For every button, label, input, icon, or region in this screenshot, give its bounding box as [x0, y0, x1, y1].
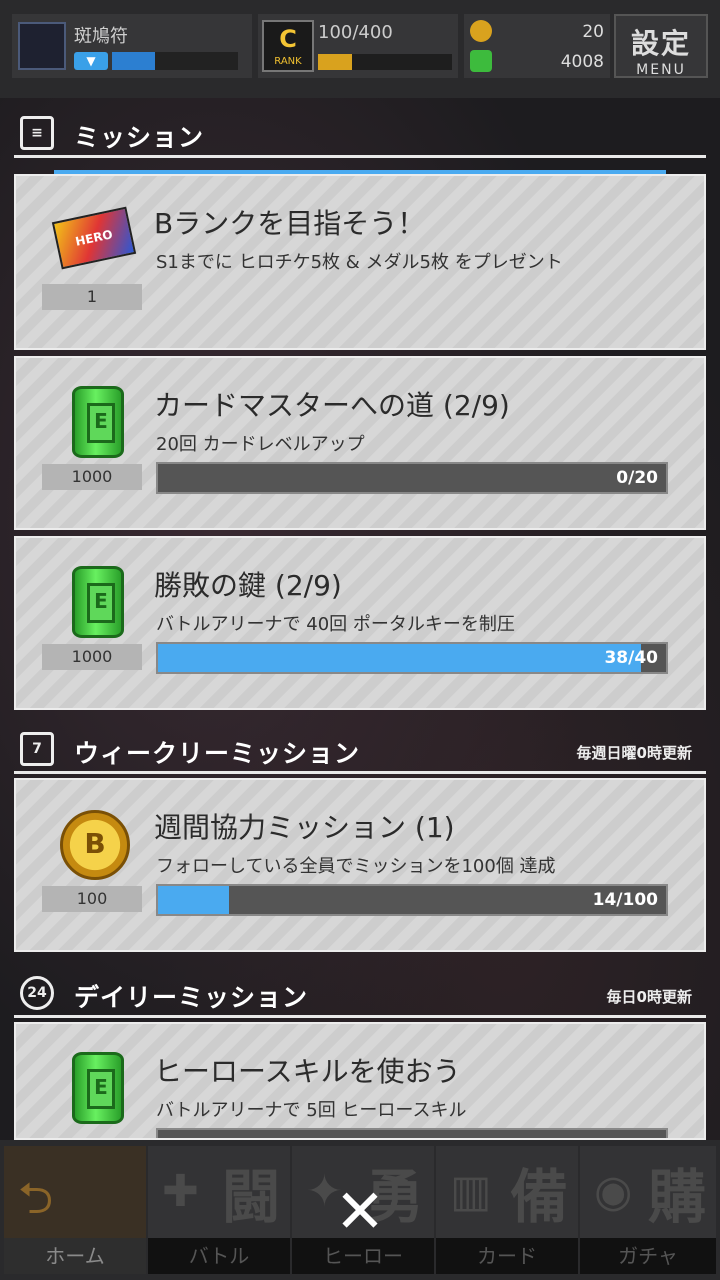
rank-icon: C RANK	[262, 20, 314, 72]
divider	[14, 155, 706, 158]
mission-card[interactable]: B 100 週間協力ミッション (1) フォローしている全員でミッションを100…	[14, 778, 706, 952]
mission-description: 20回 カードレベルアップ	[156, 434, 365, 455]
mission-card[interactable]: 1000 勝敗の鍵 (2/9) バトルアリーナで 40回 ポータルキーを制圧 3…	[14, 536, 706, 710]
player-name: 斑鳩符	[74, 26, 128, 47]
player-panel[interactable]: 斑鳩符 ▼	[12, 14, 252, 78]
section-title: ウィークリーミッション	[74, 739, 361, 768]
hero-ticket-icon: HERO	[51, 196, 137, 280]
settings-menu-button[interactable]: 設定 MENU	[614, 14, 708, 78]
mission-title: カードマスターへの道 (2/9)	[154, 389, 510, 422]
player-avatar	[18, 22, 66, 70]
mission-title: 週間協力ミッション (1)	[154, 811, 455, 844]
nav-home[interactable]: ⮌ ホーム	[4, 1146, 146, 1274]
mission-title: Bランクを目指そう！	[154, 207, 426, 240]
mission-description: フォローしている全員でミッションを100個 達成	[156, 856, 556, 877]
gold-coin-icon	[470, 20, 492, 42]
reward-count: 1000	[42, 464, 142, 490]
section-title: ミッション	[74, 123, 205, 152]
reward-count: 1	[42, 284, 142, 310]
mission-card[interactable]: 1000 カードマスターへの道 (2/9) 20回 カードレベルアップ 0/20	[14, 356, 706, 530]
mission-card[interactable]: HERO 1 Bランクを目指そう！ S1までに ヒロチケ5枚 & メダル5枚 を…	[14, 174, 706, 350]
mission-progress-bar: 0/20	[156, 462, 668, 494]
divider	[14, 1015, 706, 1018]
gacha-icon: ◉	[594, 1166, 633, 1217]
nav-card[interactable]: ▥ 備 カード	[436, 1146, 578, 1274]
mission-description: バトルアリーナで 40回 ポータルキーを制圧	[156, 614, 515, 635]
rank-progress-bar	[318, 54, 452, 70]
mission-progress-bar: 14/100	[156, 884, 668, 916]
refresh-note: 毎週日曜0時更新	[576, 744, 692, 762]
verified-icon: ▼	[74, 52, 108, 70]
green-gem-icon	[470, 50, 492, 72]
mission-progress-bar: 38/40	[156, 642, 668, 674]
mission-description: S1までに ヒロチケ5枚 & メダル5枚 をプレゼント	[156, 252, 563, 273]
gamepad-icon: ✚	[162, 1166, 199, 1217]
daily-section-header: 24 デイリーミッション 毎日0時更新	[14, 976, 706, 1018]
green-barrel-icon	[56, 560, 128, 644]
gold-coin-count: 20	[582, 22, 604, 42]
top-status-bar: 斑鳩符 ▼ C RANK 100/400 20 4008 設定 MENU	[0, 0, 720, 98]
divider	[14, 771, 706, 774]
currency-panel[interactable]: 20 4008	[464, 14, 610, 78]
section-title: デイリーミッション	[74, 983, 309, 1012]
reward-count: 1000	[42, 644, 142, 670]
mission-title: ヒーロースキルを使おう	[154, 1055, 461, 1088]
nav-gacha[interactable]: ◉ 購 ガチャ	[580, 1146, 716, 1274]
back-arrow-icon: ⮌	[18, 1173, 54, 1224]
mission-progress-bar	[156, 1128, 668, 1138]
mission-section-header: ≡ ミッション	[14, 116, 706, 158]
mission-card[interactable]: ヒーロースキルを使おう バトルアリーナで 5回 ヒーロースキル	[14, 1022, 706, 1140]
close-button[interactable]: ✕	[332, 1182, 388, 1242]
green-gem-count: 4008	[560, 52, 604, 72]
rank-points: 100/400	[318, 22, 393, 43]
calendar-icon: 7	[20, 732, 54, 766]
mission-title: 勝敗の鍵 (2/9)	[154, 569, 342, 602]
nav-battle[interactable]: ✚ 闘 バトル	[148, 1146, 290, 1274]
weekly-section-header: 7 ウィークリーミッション 毎週日曜0時更新	[14, 732, 706, 774]
mission-description: バトルアリーナで 5回 ヒーロースキル	[156, 1100, 467, 1121]
player-exp-bar	[112, 52, 238, 70]
reward-count: 100	[42, 886, 142, 912]
refresh-note: 毎日0時更新	[606, 988, 692, 1006]
green-barrel-icon	[56, 1046, 128, 1130]
document-icon: ≡	[20, 116, 54, 150]
gold-coin-icon: B	[56, 802, 130, 886]
rank-panel[interactable]: C RANK 100/400	[258, 14, 458, 78]
clock-24-icon: 24	[20, 976, 54, 1010]
green-barrel-icon	[56, 380, 128, 464]
cards-icon: ▥	[450, 1166, 492, 1217]
